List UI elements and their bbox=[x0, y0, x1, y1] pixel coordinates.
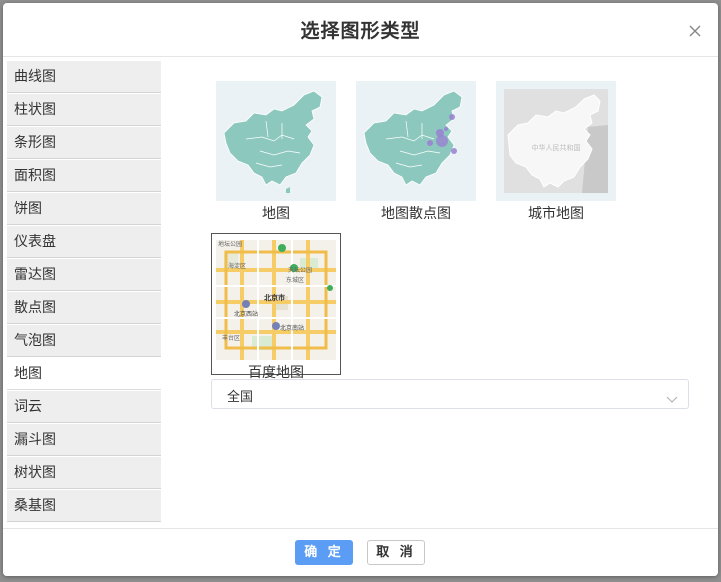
sidebar-item-column[interactable]: 柱状图 bbox=[7, 94, 161, 126]
region-select[interactable]: 全国 bbox=[211, 379, 689, 409]
dialog-footer: 确 定 取 消 bbox=[3, 528, 718, 576]
sidebar-item-line[interactable]: 曲线图 bbox=[7, 61, 161, 93]
map-type-card-scatter-map[interactable]: 地图散点图 bbox=[351, 81, 481, 223]
sidebar-item-wordcloud[interactable]: 词云 bbox=[7, 391, 161, 423]
confirm-button[interactable]: 确 定 bbox=[295, 540, 353, 565]
china-scatter-map-icon bbox=[356, 81, 476, 201]
region-select-value: 全国 bbox=[227, 390, 254, 405]
baidu-map-label-xizhan: 北京西站 bbox=[234, 310, 258, 318]
baidu-map-label-ditan: 地坛公园 bbox=[218, 240, 242, 248]
dialog-title: 选择图形类型 bbox=[300, 20, 421, 42]
map-type-card-city-map[interactable]: 中华人民共和国 城市地图 bbox=[491, 81, 621, 223]
city-map-watermark: 中华人民共和国 bbox=[532, 143, 581, 152]
baidu-map-label-tiantan: 天坛公园 bbox=[288, 266, 312, 274]
chart-type-dialog: 选择图形类型 曲线图 柱状图 条形图 面积图 饼图 仪表盘 雷达图 散点图 气泡… bbox=[3, 3, 718, 576]
map-type-card-map[interactable]: 地图 bbox=[211, 81, 341, 223]
baidu-map-icon: 海淀区 东城区 北京市 北京西站 北京南站 丰台区 地坛公园 天坛公园 bbox=[216, 240, 336, 360]
sidebar-item-sankey[interactable]: 桑基图 bbox=[7, 490, 161, 522]
map-type-card-baidu-map[interactable]: 海淀区 东城区 北京市 北京西站 北京南站 丰台区 地坛公园 天坛公园 百度地图 bbox=[211, 233, 341, 381]
sidebar-item-funnel[interactable]: 漏斗图 bbox=[7, 424, 161, 456]
map-type-label: 城市地图 bbox=[528, 206, 584, 222]
sidebar-item-bar[interactable]: 条形图 bbox=[7, 127, 161, 159]
map-type-label: 地图散点图 bbox=[381, 206, 451, 222]
china-map-icon bbox=[216, 81, 336, 201]
sidebar-item-gauge[interactable]: 仪表盘 bbox=[7, 226, 161, 258]
cancel-button[interactable]: 取 消 bbox=[367, 540, 425, 565]
dialog-header: 选择图形类型 bbox=[3, 3, 718, 57]
chart-type-sidebar: 曲线图 柱状图 条形图 面积图 饼图 仪表盘 雷达图 散点图 气泡图 地图 词云… bbox=[7, 61, 161, 528]
sidebar-item-area[interactable]: 面积图 bbox=[7, 160, 161, 192]
city-map-icon: 中华人民共和国 bbox=[496, 81, 616, 201]
close-icon[interactable] bbox=[686, 22, 704, 40]
sidebar-item-scatter[interactable]: 散点图 bbox=[7, 292, 161, 324]
baidu-map-label-fengtai: 丰台区 bbox=[222, 334, 240, 342]
baidu-map-label-nanzhan: 北京南站 bbox=[280, 324, 304, 332]
chevron-down-icon bbox=[666, 389, 678, 403]
sidebar-item-tree[interactable]: 树状图 bbox=[7, 457, 161, 489]
sidebar-item-radar[interactable]: 雷达图 bbox=[7, 259, 161, 291]
sidebar-item-bubble[interactable]: 气泡图 bbox=[7, 325, 161, 357]
baidu-map-label-haidian: 海淀区 bbox=[228, 262, 246, 270]
baidu-map-label-dongcheng: 东城区 bbox=[286, 276, 304, 284]
map-type-label: 地图 bbox=[262, 206, 290, 222]
baidu-map-label-beijing: 北京市 bbox=[264, 293, 285, 302]
sidebar-item-map[interactable]: 地图 bbox=[7, 358, 161, 390]
map-type-panel: 地图 地图散点图 中华人民共和国 城市地图 海淀区 东城区 北京市 北京西站 北… bbox=[161, 57, 718, 529]
sidebar-item-pie[interactable]: 饼图 bbox=[7, 193, 161, 225]
